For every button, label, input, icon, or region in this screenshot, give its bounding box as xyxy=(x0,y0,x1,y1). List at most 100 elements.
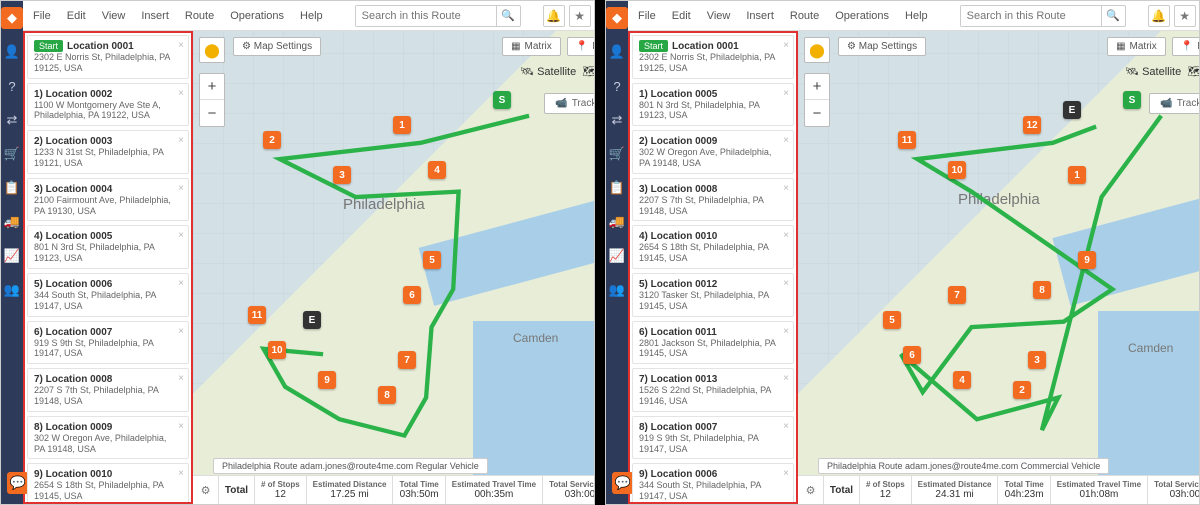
map-marker[interactable]: 4 xyxy=(428,161,446,179)
stop-item[interactable]: 9) Location 00102654 S 18th St, Philadel… xyxy=(27,463,189,504)
team-icon[interactable]: 👥 xyxy=(1,279,23,301)
stop-item[interactable]: 7) Location 00082207 S 7th St, Philadelp… xyxy=(27,368,189,412)
map-marker[interactable]: 1 xyxy=(393,116,411,134)
satellite-button[interactable]: 🛰 Satellite xyxy=(1125,65,1181,78)
map-marker[interactable]: 12 xyxy=(1023,116,1041,134)
map-button[interactable]: 📍 Map xyxy=(567,37,595,56)
analytics-icon[interactable]: 📈 xyxy=(1,245,23,267)
search-input[interactable] xyxy=(356,6,496,26)
map2-button[interactable]: 🗺 Map xyxy=(1187,65,1200,78)
menu-file[interactable]: File xyxy=(33,10,51,22)
close-icon[interactable]: × xyxy=(178,183,184,194)
book-icon[interactable]: 📋 xyxy=(606,177,628,199)
map-marker[interactable]: 2 xyxy=(1013,381,1031,399)
map-area[interactable]: Philadelphia Camden S123456789101112E ⬤ … xyxy=(798,31,1200,504)
map-area[interactable]: Philadelphia Camden S1234567891011E ⬤ ⚙ … xyxy=(193,31,595,504)
orders-icon[interactable]: 🛒 xyxy=(606,143,628,165)
map-marker[interactable]: 3 xyxy=(1028,351,1046,369)
map-marker[interactable]: 6 xyxy=(403,286,421,304)
menu-edit[interactable]: Edit xyxy=(672,10,691,22)
close-icon[interactable]: × xyxy=(178,230,184,241)
app-logo-icon[interactable]: ◆ xyxy=(1,7,23,29)
map-marker[interactable]: 10 xyxy=(948,161,966,179)
close-icon[interactable]: × xyxy=(783,230,789,241)
menu-route[interactable]: Route xyxy=(790,10,819,22)
zoom-in-button[interactable]: + xyxy=(805,74,829,100)
book-icon[interactable]: 📋 xyxy=(1,177,23,199)
map-marker[interactable]: 5 xyxy=(883,311,901,329)
stop-item[interactable]: 8) Location 0007919 S 9th St, Philadelph… xyxy=(632,416,794,460)
stop-item[interactable]: 6) Location 0007919 S 9th St, Philadelph… xyxy=(27,321,189,365)
close-icon[interactable]: × xyxy=(178,88,184,99)
menu-insert[interactable]: Insert xyxy=(141,10,169,22)
orders-icon[interactable]: 🛒 xyxy=(1,143,23,165)
stop-item[interactable]: 2) Location 00031233 N 31st St, Philadel… xyxy=(27,130,189,174)
add-user-icon[interactable]: 👤 xyxy=(606,41,628,63)
map-marker[interactable]: 3 xyxy=(333,166,351,184)
stop-item[interactable]: 1) Location 0005801 N 3rd St, Philadelph… xyxy=(632,83,794,127)
menu-view[interactable]: View xyxy=(102,10,126,22)
stats-gear-icon[interactable]: ⚙ xyxy=(798,476,824,504)
menu-operations[interactable]: Operations xyxy=(835,10,889,22)
close-icon[interactable]: × xyxy=(783,421,789,432)
close-icon[interactable]: × xyxy=(178,135,184,146)
map-marker[interactable]: 7 xyxy=(398,351,416,369)
tracking-button[interactable]: 📹 Tracking xyxy=(544,93,595,114)
star-icon[interactable]: ★ xyxy=(569,5,591,27)
stop-item[interactable]: 4) Location 0005801 N 3rd St, Philadelph… xyxy=(27,225,189,269)
close-icon[interactable]: × xyxy=(178,373,184,384)
menu-help[interactable]: Help xyxy=(905,10,928,22)
menu-operations[interactable]: Operations xyxy=(230,10,284,22)
map-marker[interactable]: 8 xyxy=(378,386,396,404)
search-icon[interactable]: 🔍 xyxy=(1101,6,1125,26)
map-marker[interactable]: 8 xyxy=(1033,281,1051,299)
chat-icon[interactable]: 💬 xyxy=(612,472,634,494)
satellite-button[interactable]: 🛰 Satellite xyxy=(520,65,576,78)
stop-item[interactable]: 5) Location 0006344 South St, Philadelph… xyxy=(27,273,189,317)
route-search[interactable]: 🔍 xyxy=(355,5,521,27)
map-marker[interactable]: S xyxy=(1123,91,1141,109)
close-icon[interactable]: × xyxy=(178,278,184,289)
stop-item[interactable]: 1) Location 00021100 W Montgomery Ave St… xyxy=(27,83,189,127)
close-icon[interactable]: × xyxy=(783,135,789,146)
stop-item[interactable]: 7) Location 00131526 S 22nd St, Philadel… xyxy=(632,368,794,412)
add-user-icon[interactable]: 👤 xyxy=(1,41,23,63)
map-button[interactable]: 📍 Map xyxy=(1172,37,1200,56)
search-input[interactable] xyxy=(961,6,1101,26)
close-icon[interactable]: × xyxy=(178,468,184,479)
vehicles-icon[interactable]: 🚚 xyxy=(1,211,23,233)
menu-file[interactable]: File xyxy=(638,10,656,22)
stop-item[interactable]: 4) Location 00102654 S 18th St, Philadel… xyxy=(632,225,794,269)
map-marker[interactable]: 7 xyxy=(948,286,966,304)
map-settings-button[interactable]: ⚙ Map Settings xyxy=(233,37,321,56)
zoom-control[interactable]: + − xyxy=(199,73,225,127)
map-marker[interactable]: 5 xyxy=(423,251,441,269)
map-marker[interactable]: 4 xyxy=(953,371,971,389)
menu-insert[interactable]: Insert xyxy=(746,10,774,22)
zoom-control[interactable]: + − xyxy=(804,73,830,127)
bell-icon[interactable]: 🔔 xyxy=(543,5,565,27)
menu-help[interactable]: Help xyxy=(300,10,323,22)
vehicles-icon[interactable]: 🚚 xyxy=(606,211,628,233)
routes-icon[interactable]: ⇄ xyxy=(606,109,628,131)
zoom-out-button[interactable]: − xyxy=(805,100,829,126)
pegman-icon[interactable]: ⬤ xyxy=(804,37,830,63)
map-marker[interactable]: 9 xyxy=(318,371,336,389)
team-icon[interactable]: 👥 xyxy=(606,279,628,301)
map-marker[interactable]: 6 xyxy=(903,346,921,364)
stop-item[interactable]: 5) Location 00123120 Tasker St, Philadel… xyxy=(632,273,794,317)
map-marker[interactable]: 9 xyxy=(1078,251,1096,269)
matrix-button[interactable]: ▦ Matrix xyxy=(1107,37,1166,56)
map-marker[interactable]: 1 xyxy=(1068,166,1086,184)
map-marker[interactable]: S xyxy=(493,91,511,109)
map-marker[interactable]: 10 xyxy=(268,341,286,359)
close-icon[interactable]: × xyxy=(783,88,789,99)
menu-edit[interactable]: Edit xyxy=(67,10,86,22)
stop-item[interactable]: StartLocation 00012302 E Norris St, Phil… xyxy=(632,35,794,79)
help-icon[interactable]: ? xyxy=(606,75,628,97)
tracking-button[interactable]: 📹 Tracking xyxy=(1149,93,1200,114)
map-marker[interactable]: 2 xyxy=(263,131,281,149)
star-icon[interactable]: ★ xyxy=(1174,5,1196,27)
menu-route[interactable]: Route xyxy=(185,10,214,22)
routes-icon[interactable]: ⇄ xyxy=(1,109,23,131)
